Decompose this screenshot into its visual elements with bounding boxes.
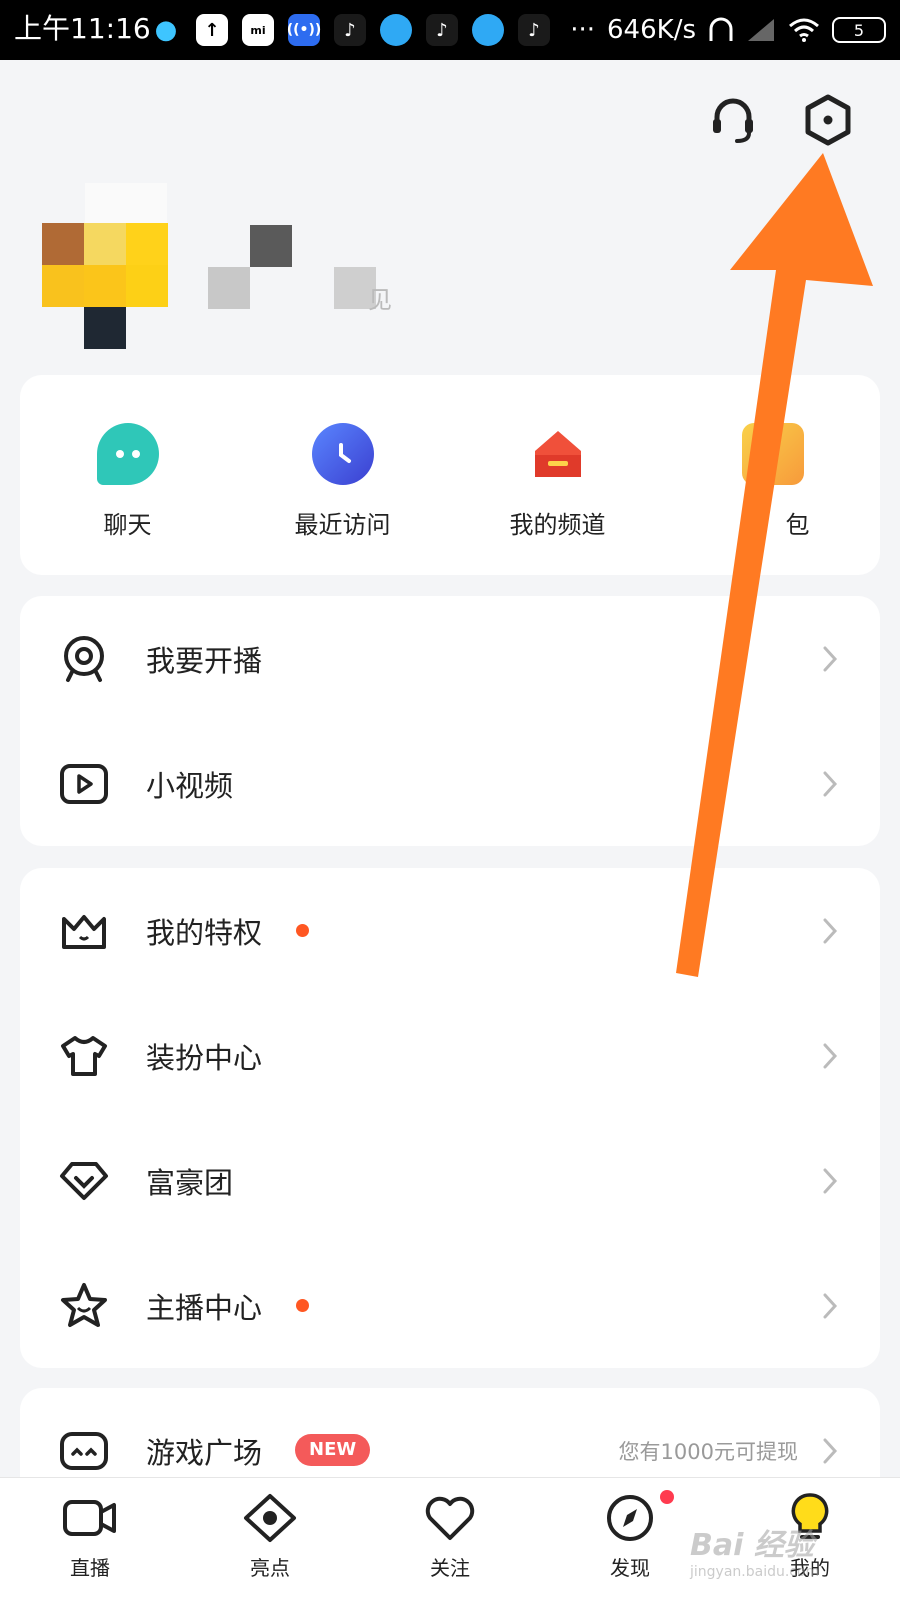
wallet-icon bbox=[741, 423, 804, 485]
chevron-right-icon bbox=[823, 1043, 838, 1068]
watermark-text: Bai 经验 bbox=[690, 1528, 814, 1563]
quick-label: 最近访问 bbox=[294, 511, 391, 539]
name-pixel bbox=[250, 225, 292, 267]
name-pixel bbox=[208, 267, 250, 309]
menu-row-dressup[interactable]: 装扮中心 bbox=[20, 993, 880, 1118]
house-icon bbox=[527, 423, 589, 485]
menu-card-2: 我的特权 装扮中心 富豪团 主播中心 bbox=[20, 868, 880, 1368]
diamond-icon bbox=[58, 1155, 110, 1207]
watermark-url: jingyan.baidu.com bbox=[690, 1564, 820, 1580]
qq-penguin-icon: ● bbox=[154, 15, 178, 45]
crown-icon bbox=[58, 905, 110, 957]
star-icon bbox=[58, 1280, 110, 1332]
avatar-pixel bbox=[84, 307, 126, 349]
headphone-icon bbox=[709, 17, 733, 41]
chevron-right-icon bbox=[823, 646, 838, 671]
menu-row-anchor-center[interactable]: 主播中心 bbox=[20, 1243, 880, 1368]
chevron-right-icon bbox=[823, 1438, 838, 1463]
more-notifications-icon: ··· bbox=[570, 15, 596, 45]
quick-label: 聊天 bbox=[103, 511, 152, 539]
tab-follow[interactable]: 关注 bbox=[360, 1478, 540, 1600]
notification-dot bbox=[296, 1299, 309, 1312]
video-camera-icon bbox=[60, 1492, 120, 1544]
tab-label: 亮点 bbox=[250, 1556, 290, 1580]
status-right: ··· 646K/s 5 bbox=[570, 14, 886, 46]
chevron-right-icon bbox=[823, 771, 838, 796]
tab-label: 发现 bbox=[610, 1556, 650, 1580]
quick-channel[interactable]: 我的频道 bbox=[450, 375, 665, 575]
menu-row-short-video[interactable]: 小视频 bbox=[20, 721, 880, 846]
chevron-right-icon bbox=[823, 918, 838, 943]
webcam-icon bbox=[58, 633, 110, 685]
heart-icon bbox=[420, 1492, 480, 1544]
row-label: 我的特权 bbox=[146, 915, 263, 950]
row-label: 富豪团 bbox=[146, 1165, 234, 1200]
browser-icon bbox=[380, 14, 412, 46]
quick-actions-card: 聊天 最近访问 我的频道 包 bbox=[20, 375, 880, 575]
quick-chat[interactable]: 聊天 bbox=[20, 375, 235, 575]
gamepad-icon bbox=[58, 1425, 110, 1477]
avatar-pixel bbox=[126, 265, 168, 307]
tshirt-icon bbox=[58, 1030, 110, 1082]
quick-wallet[interactable]: 包 bbox=[665, 375, 880, 575]
avatar-pixel bbox=[42, 223, 84, 265]
status-bar: 上午11:16 ● ↑ mi ((•)) ♪ ♪ ♪ ··· 646K/s 5 bbox=[0, 0, 900, 60]
tab-highlights[interactable]: 亮点 bbox=[180, 1478, 360, 1600]
menu-row-privilege[interactable]: 我的特权 bbox=[20, 868, 880, 993]
settings-button[interactable] bbox=[798, 90, 858, 150]
headset-icon bbox=[713, 98, 753, 143]
tiktok-icon: ♪ bbox=[334, 14, 366, 46]
customer-service-button[interactable] bbox=[703, 90, 763, 150]
tab-label: 直播 bbox=[70, 1556, 110, 1580]
menu-row-go-live[interactable]: 我要开播 bbox=[20, 596, 880, 721]
battery-icon: 5 bbox=[832, 17, 886, 43]
new-badge: NEW bbox=[295, 1434, 371, 1466]
chat-bubble-icon bbox=[96, 423, 159, 485]
status-time: 上午11:16 bbox=[14, 12, 151, 45]
notification-dot bbox=[660, 1490, 674, 1504]
notification-dot bbox=[296, 924, 309, 937]
row-label: 我要开播 bbox=[146, 643, 263, 678]
row-label: 游戏广场 bbox=[146, 1435, 263, 1470]
row-label: 装扮中心 bbox=[146, 1040, 263, 1075]
eye-icon bbox=[240, 1492, 300, 1544]
browser-icon bbox=[472, 14, 504, 46]
avatar-pixel bbox=[42, 265, 84, 307]
upload-icon: ↑ bbox=[196, 14, 228, 46]
quick-label: 包 bbox=[785, 511, 810, 539]
name-tail: 见 bbox=[368, 286, 392, 314]
row-label: 主播中心 bbox=[146, 1290, 263, 1325]
baidu-jingyan-watermark: Bai 经验 jingyan.baidu.com bbox=[690, 1520, 860, 1590]
tab-live[interactable]: 直播 bbox=[0, 1478, 180, 1600]
chevron-right-icon bbox=[823, 1293, 838, 1318]
quick-recent[interactable]: 最近访问 bbox=[235, 375, 450, 575]
avatar-pixel bbox=[126, 223, 168, 265]
tiktok-icon: ♪ bbox=[518, 14, 550, 46]
hotspot-icon: ((•)) bbox=[287, 14, 321, 46]
avatar-pixel bbox=[84, 265, 126, 307]
network-speed: 646K/s bbox=[607, 15, 696, 45]
mi-app-icon: mi bbox=[242, 14, 274, 46]
avatar-pixel bbox=[85, 183, 167, 223]
withdraw-hint: 您有1000元可提现 bbox=[618, 1439, 798, 1464]
tiktok-icon: ♪ bbox=[426, 14, 458, 46]
wifi-icon bbox=[789, 18, 819, 42]
avatar-pixel bbox=[84, 223, 126, 265]
chevron-right-icon bbox=[823, 1168, 838, 1193]
menu-card-1: 我要开播 小视频 bbox=[20, 596, 880, 846]
notification-icons: ● ↑ mi ((•)) ♪ ♪ ♪ bbox=[150, 14, 550, 46]
clock-icon bbox=[311, 423, 374, 485]
settings-hexagon-icon bbox=[805, 94, 851, 146]
cell-signal-icon bbox=[748, 19, 774, 41]
tab-label: 关注 bbox=[430, 1556, 470, 1580]
menu-row-rich-club[interactable]: 富豪团 bbox=[20, 1118, 880, 1243]
row-label: 小视频 bbox=[146, 768, 234, 803]
quick-label: 我的频道 bbox=[509, 511, 606, 539]
play-video-icon bbox=[58, 758, 110, 810]
compass-icon bbox=[600, 1492, 660, 1544]
